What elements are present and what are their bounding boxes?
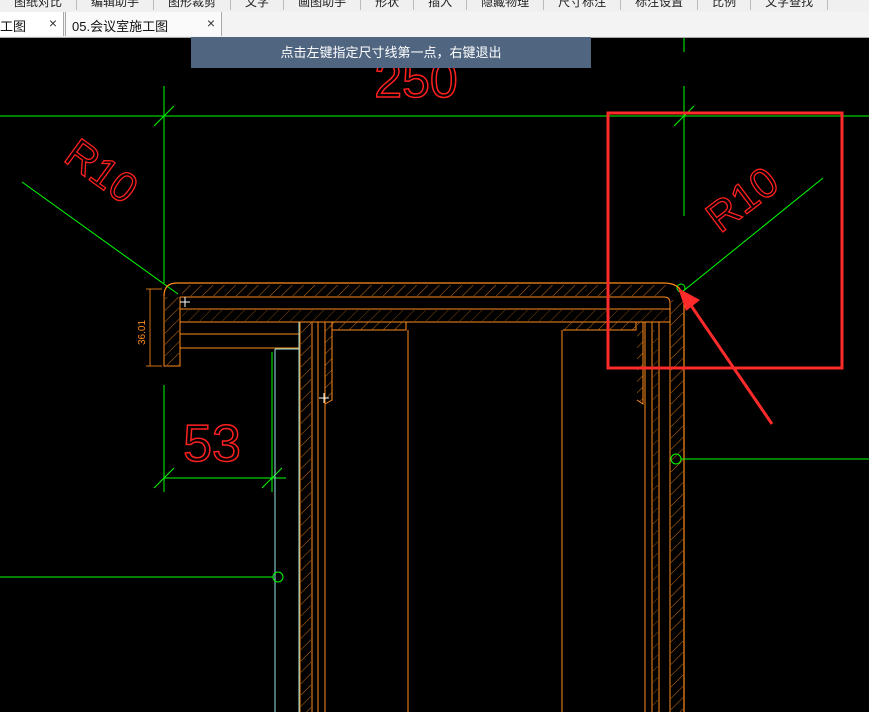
command-prompt-tooltip: 点击左键指定尺寸线第一点，右键退出 bbox=[191, 37, 591, 68]
radius-text-right: R10 bbox=[697, 157, 787, 241]
dimension-53: 53 bbox=[153, 352, 286, 492]
glass-panel bbox=[274, 322, 300, 712]
left-mullion bbox=[299, 321, 409, 712]
right-mullion bbox=[561, 321, 660, 712]
prompt-text: 点击左键指定尺寸线第一点，右键退出 bbox=[280, 45, 502, 60]
radius-leader-right: R10 bbox=[676, 157, 824, 293]
dimension-text-53: 53 bbox=[183, 415, 241, 473]
top-profile bbox=[163, 282, 685, 712]
radius-text-left: R10 bbox=[57, 129, 147, 212]
dimension-text-36-01: 36.01 bbox=[137, 320, 148, 345]
radius-leader-left: R10 bbox=[21, 129, 179, 295]
cad-drawing-canvas[interactable]: 250 R10 R10 36.01 53 bbox=[0, 0, 869, 712]
dimension-36-01: 36.01 bbox=[137, 288, 162, 367]
